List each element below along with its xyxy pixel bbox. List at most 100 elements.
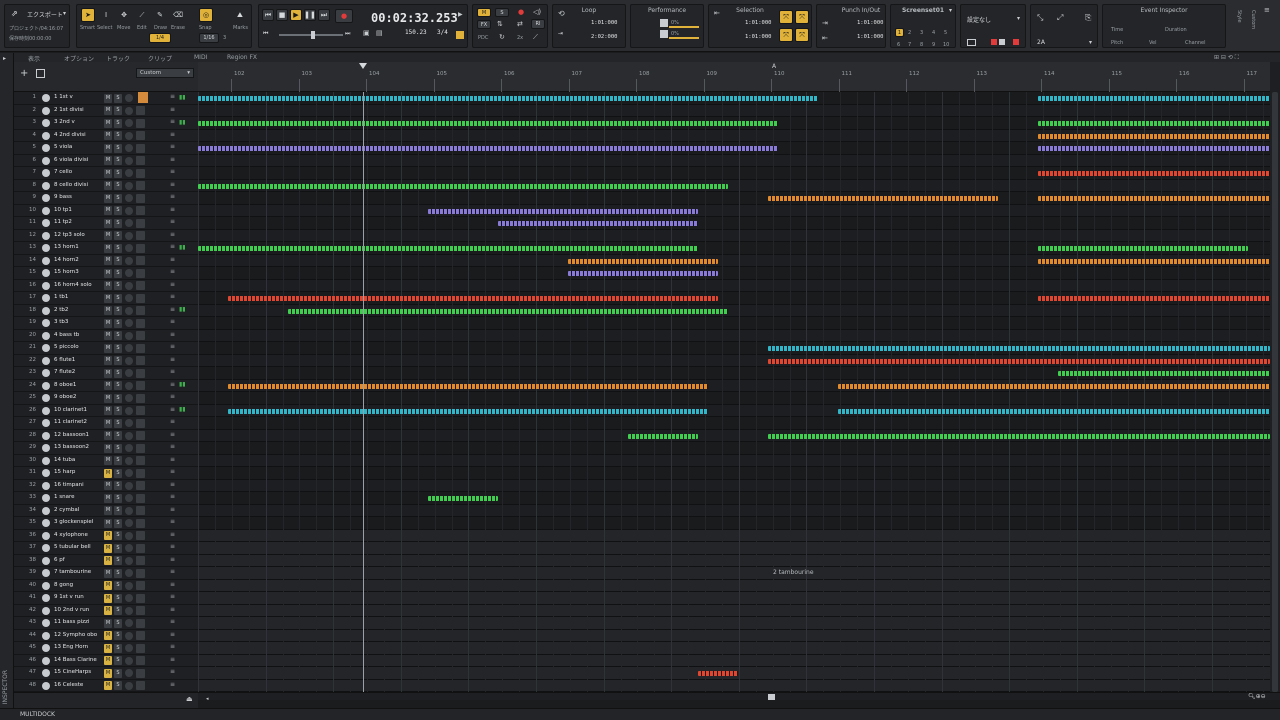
track-input-echo-icon[interactable] (136, 493, 145, 503)
track-row[interactable]: 29 13 bassoon2 M S ≡ (14, 442, 198, 455)
track-mute-button[interactable]: M (104, 331, 112, 340)
track-lane[interactable] (198, 317, 1270, 330)
track-power-icon[interactable] (42, 456, 50, 465)
track-input-echo-icon[interactable] (136, 293, 145, 303)
track-solo-button[interactable]: S (114, 393, 122, 403)
track-menu-icon[interactable]: ≡ (170, 581, 175, 588)
inspector-pin-icon[interactable]: ▸ (3, 55, 6, 62)
track-power-icon[interactable] (42, 481, 50, 490)
track-row[interactable]: 12 12 tp3 solo M S ≡ (14, 230, 198, 242)
track-mute-button[interactable]: M (104, 368, 112, 378)
midi-clip[interactable] (628, 433, 698, 439)
track-row[interactable]: 11 11 tp2 M S ≡ (14, 217, 198, 230)
track-solo-button[interactable]: S (114, 306, 122, 315)
track-solo-button[interactable]: S (114, 418, 122, 428)
track-input-echo-icon[interactable] (136, 406, 145, 415)
track-input-echo-icon[interactable] (136, 231, 145, 240)
loop-start[interactable]: 1:01:000 (591, 20, 618, 26)
track-menu-icon[interactable]: ≡ (170, 431, 175, 438)
midi-clip[interactable] (228, 296, 718, 301)
style-label[interactable]: Style (1236, 10, 1242, 23)
track-mute-button[interactable]: M (104, 481, 112, 490)
track-mute-button[interactable]: M (104, 268, 112, 278)
track-power-icon[interactable] (42, 319, 50, 327)
track-row[interactable]: 21 5 piccolo M S ≡ (14, 342, 198, 355)
track-menu-icon[interactable]: ≡ (170, 481, 175, 488)
track-power-icon[interactable] (42, 169, 50, 177)
track-power-icon[interactable] (42, 281, 50, 290)
track-solo-button[interactable]: S (114, 606, 122, 615)
custom-label[interactable]: Custom (1250, 10, 1256, 29)
track-solo-button[interactable]: S (114, 643, 122, 653)
track-power-icon[interactable] (42, 469, 50, 477)
track-input-echo-icon[interactable] (136, 593, 145, 603)
track-record-button[interactable] (125, 431, 133, 440)
record-monitor-icon[interactable] (991, 39, 997, 45)
track-lane[interactable] (198, 154, 1270, 167)
track-record-button[interactable] (125, 281, 133, 290)
track-mute-button[interactable]: M (104, 581, 112, 590)
track-menu-icon[interactable]: ≡ (170, 668, 175, 675)
track-record-button[interactable] (125, 531, 133, 540)
track-input-echo-icon[interactable] (136, 143, 145, 153)
track-solo-button[interactable]: S (114, 231, 122, 240)
track-menu-icon[interactable]: ≡ (170, 606, 175, 613)
track-power-icon[interactable] (42, 644, 50, 652)
track-record-button[interactable] (125, 419, 133, 427)
autoscroll-icon[interactable]: ⤧ (779, 28, 793, 42)
track-solo-button[interactable]: S (114, 593, 122, 603)
track-menu-icon[interactable]: ≡ (170, 593, 175, 600)
track-row[interactable]: 88 cello divisi M S ≡ (14, 180, 198, 192)
track-power-icon[interactable] (42, 494, 50, 502)
track-power-icon[interactable] (42, 306, 50, 315)
track-menu-icon[interactable]: ≡ (170, 306, 175, 313)
track-lane[interactable] (198, 229, 1270, 242)
track-menu-icon[interactable]: ≡ (170, 556, 175, 563)
track-mute-button[interactable]: M (104, 193, 112, 203)
track-menu-icon[interactable]: ≡ (170, 93, 175, 100)
menu-midi[interactable]: MIDI (194, 54, 207, 61)
track-record-button[interactable] (125, 369, 133, 377)
zoom-fit-icon[interactable]: ⤢ (1057, 13, 1063, 23)
track-record-button[interactable] (125, 456, 133, 465)
track-menu-icon[interactable]: ≡ (170, 168, 175, 175)
track-power-icon[interactable] (42, 406, 50, 415)
track-record-button[interactable] (125, 481, 133, 490)
export-dropdown-icon[interactable]: ▾ (63, 10, 66, 17)
track-mute-button[interactable]: M (104, 306, 112, 315)
track-mute-button[interactable]: M (104, 506, 112, 515)
track-row[interactable]: 23 7 flute2 M S ≡ (14, 367, 198, 380)
mixer-icon[interactable]: ⇄ (517, 20, 523, 28)
track-row[interactable]: 99 bass M S ≡ (14, 192, 198, 205)
track-solo-button[interactable]: S (114, 631, 122, 640)
track-record-button[interactable] (125, 644, 133, 652)
record-icon[interactable]: ● (335, 9, 353, 23)
pdc-button[interactable]: PDC (478, 35, 488, 41)
track-power-icon[interactable] (42, 144, 50, 152)
track-power-icon[interactable] (42, 356, 50, 365)
track-record-button[interactable] (125, 94, 133, 102)
track-record-button[interactable] (125, 206, 133, 215)
track-record-button[interactable] (125, 244, 133, 252)
track-input-echo-icon[interactable] (136, 531, 145, 540)
punch-end[interactable]: 1:01:000 (857, 34, 884, 40)
track-power-icon[interactable] (42, 206, 50, 215)
track-power-icon[interactable] (42, 94, 50, 102)
track-row[interactable]: 38 6 pf M S ≡ (14, 555, 198, 567)
track-menu-icon[interactable]: ≡ (170, 243, 175, 250)
go-start-icon[interactable]: ⏮ (263, 30, 268, 38)
ripple-icon[interactable]: ⤧ (795, 10, 809, 24)
track-lane[interactable] (198, 529, 1270, 542)
track-input-echo-icon[interactable] (136, 206, 145, 215)
track-power-icon[interactable] (42, 244, 50, 252)
lock-icon[interactable] (999, 39, 1005, 45)
track-row[interactable]: 40 8 gong M S ≡ (14, 580, 198, 592)
track-record-button[interactable] (125, 556, 133, 565)
preset-label[interactable]: 設定なし (967, 15, 991, 24)
track-mute-button[interactable]: M (104, 543, 112, 553)
track-menu-icon[interactable]: ≡ (170, 406, 175, 413)
screenset-3[interactable]: 3 (920, 30, 923, 36)
track-menu-icon[interactable]: ≡ (170, 643, 175, 650)
track-row[interactable]: 20 4 bass tb M S ≡ (14, 330, 198, 342)
track-solo-button[interactable]: S (114, 318, 122, 328)
